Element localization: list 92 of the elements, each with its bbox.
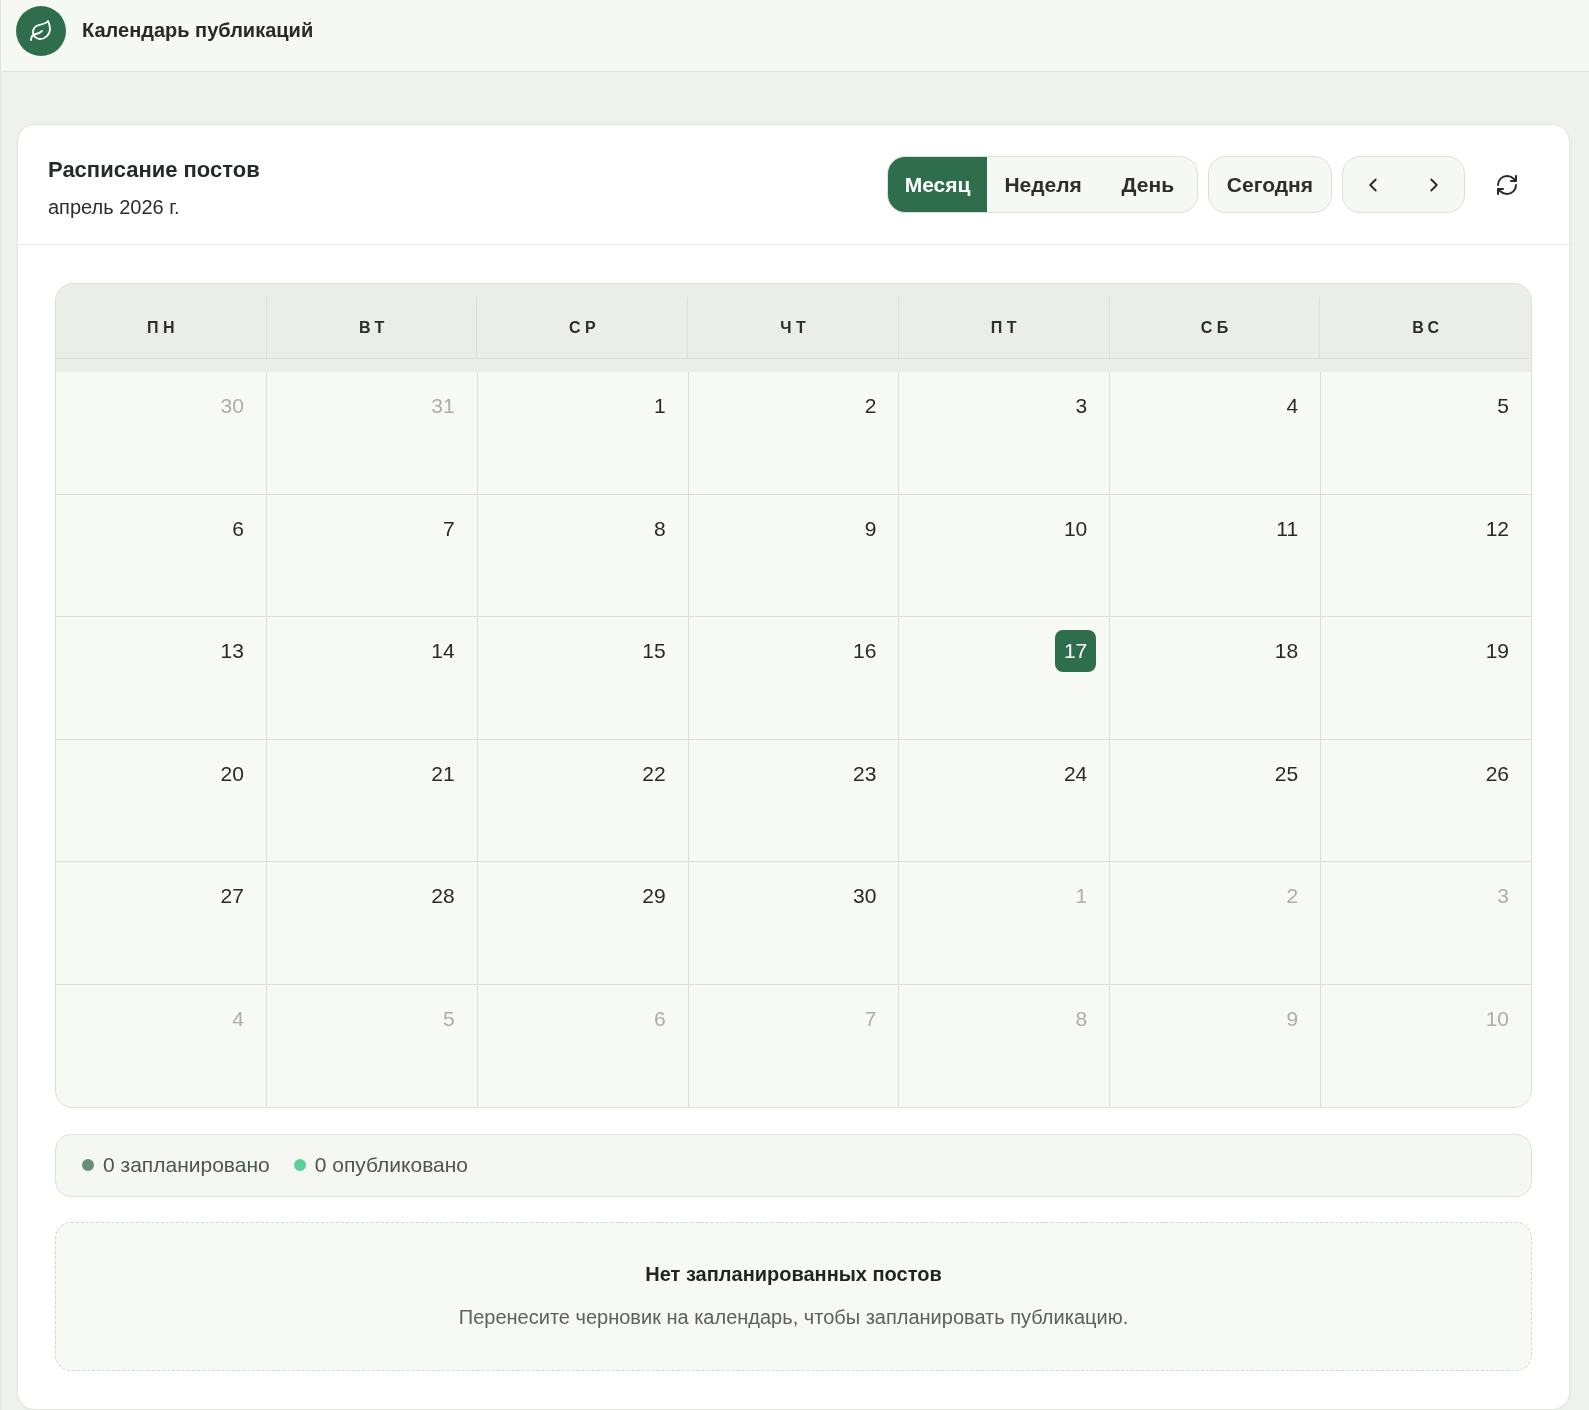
day-number: 19 [1484,638,1510,665]
day-cell[interactable]: 22 [477,739,688,862]
day-number: 9 [1285,1005,1300,1032]
day-number: 13 [219,638,245,665]
day-cell[interactable]: 14 [266,617,477,739]
day-number: 10 [1484,1005,1510,1032]
day-number: 29 [641,883,667,910]
leaf-logo-icon [16,5,66,56]
day-number: 26 [1484,760,1510,787]
day-cell[interactable]: 20 [56,739,266,862]
day-number: 23 [852,760,878,787]
day-cell[interactable]: 27 [56,862,266,984]
day-cell[interactable]: 8 [477,494,688,617]
day-number: 6 [652,1005,667,1032]
day-cell[interactable]: 11 [1110,494,1321,617]
day-number: 2 [863,393,878,419]
day-cell[interactable]: 2 [688,372,899,494]
day-number: 5 [442,1005,456,1032]
day-cell[interactable]: 9 [688,494,899,617]
weekday-label: СБ [1199,318,1233,337]
weekday-label: ПТ [989,318,1022,337]
day-cell[interactable]: 3 [899,372,1110,494]
day-number: 4 [1285,393,1300,419]
day-number: 3 [1496,883,1510,910]
day-cell[interactable]: 4 [1110,372,1321,494]
schedule-title: Расписание постов [48,156,260,183]
legend-label: 0 опубликовано [314,1153,469,1178]
day-number: 16 [852,638,878,665]
day-number: 14 [430,638,456,665]
day-cell[interactable]: 23 [688,739,899,862]
day-cell[interactable]: 28 [266,862,477,984]
day-cell[interactable]: 25 [1110,739,1321,862]
day-number: 12 [1484,515,1510,542]
today-button[interactable]: Сегодня [1207,156,1332,213]
day-cell[interactable]: 13 [56,617,266,739]
day-cell[interactable]: 16 [688,617,899,739]
view-tab[interactable]: День [1098,157,1197,212]
day-number: 4 [231,1005,245,1032]
day-number: 27 [219,883,245,910]
day-cell[interactable]: 15 [477,617,688,739]
day-number: 7 [442,515,456,542]
day-number: 18 [1273,638,1300,665]
day-cell[interactable]: 1 [477,372,688,494]
weekday-label: ВТ [357,318,389,337]
day-number: 22 [641,760,667,787]
day-number: 1 [652,393,667,419]
day-cell[interactable]: 17 [899,617,1110,739]
day-number: 7 [863,1005,878,1032]
day-number: 30 [852,883,878,910]
month-subtitle: апрель 2026 г. [48,195,181,219]
weekday-label: ВС [1411,318,1444,337]
day-cell[interactable]: 26 [1321,739,1531,862]
day-number: 8 [652,515,667,542]
weekday-label: СР [567,318,601,337]
weekday-label: ПН [146,318,180,337]
day-number: 8 [1074,1005,1089,1032]
day-number: 1 [1074,883,1089,910]
day-number: 10 [1062,515,1089,542]
day-number: 31 [430,393,456,419]
day-cell[interactable]: 12 [1321,494,1531,617]
day-cell[interactable]: 6 [56,494,266,617]
day-number: 5 [1496,393,1510,419]
day-number: 6 [231,515,245,542]
day-number: 30 [219,393,245,419]
weekday-label: ЧТ [779,318,811,337]
day-cell[interactable]: 24 [899,739,1110,862]
day-number: 2 [1285,883,1300,910]
refresh-icon [1495,172,1519,197]
empty-state-title: Нет запланированных постов [645,1263,942,1287]
day-number: 20 [219,760,245,787]
legend-label: 0 запланировано [103,1153,270,1178]
day-cell[interactable]: 21 [266,739,477,862]
day-number: 28 [430,883,456,910]
view-tab[interactable]: Неделя [987,157,1099,212]
day-number: 25 [1273,760,1300,787]
view-tab[interactable]: Месяц [887,157,988,212]
day-cell[interactable]: 7 [266,494,477,617]
day-number: 21 [430,760,456,787]
day-number: 15 [641,638,667,665]
day-cell[interactable]: 29 [477,862,688,984]
day-number: 9 [863,515,878,542]
app-title: Календарь публикаций [82,19,314,42]
day-number: 11 [1275,515,1300,542]
day-cell[interactable]: 19 [1321,617,1531,739]
day-number: 24 [1062,760,1089,787]
day-cell[interactable]: 10 [899,494,1110,617]
day-cell[interactable]: 5 [1321,372,1531,494]
day-number: 3 [1074,393,1089,419]
empty-state-message: Перенесите черновик на календарь, чтобы запланировать публикацию. [458,1306,1129,1330]
day-cell[interactable]: 30 [688,862,899,984]
day-number: 17 [1054,630,1097,673]
day-cell[interactable]: 18 [1110,617,1321,739]
